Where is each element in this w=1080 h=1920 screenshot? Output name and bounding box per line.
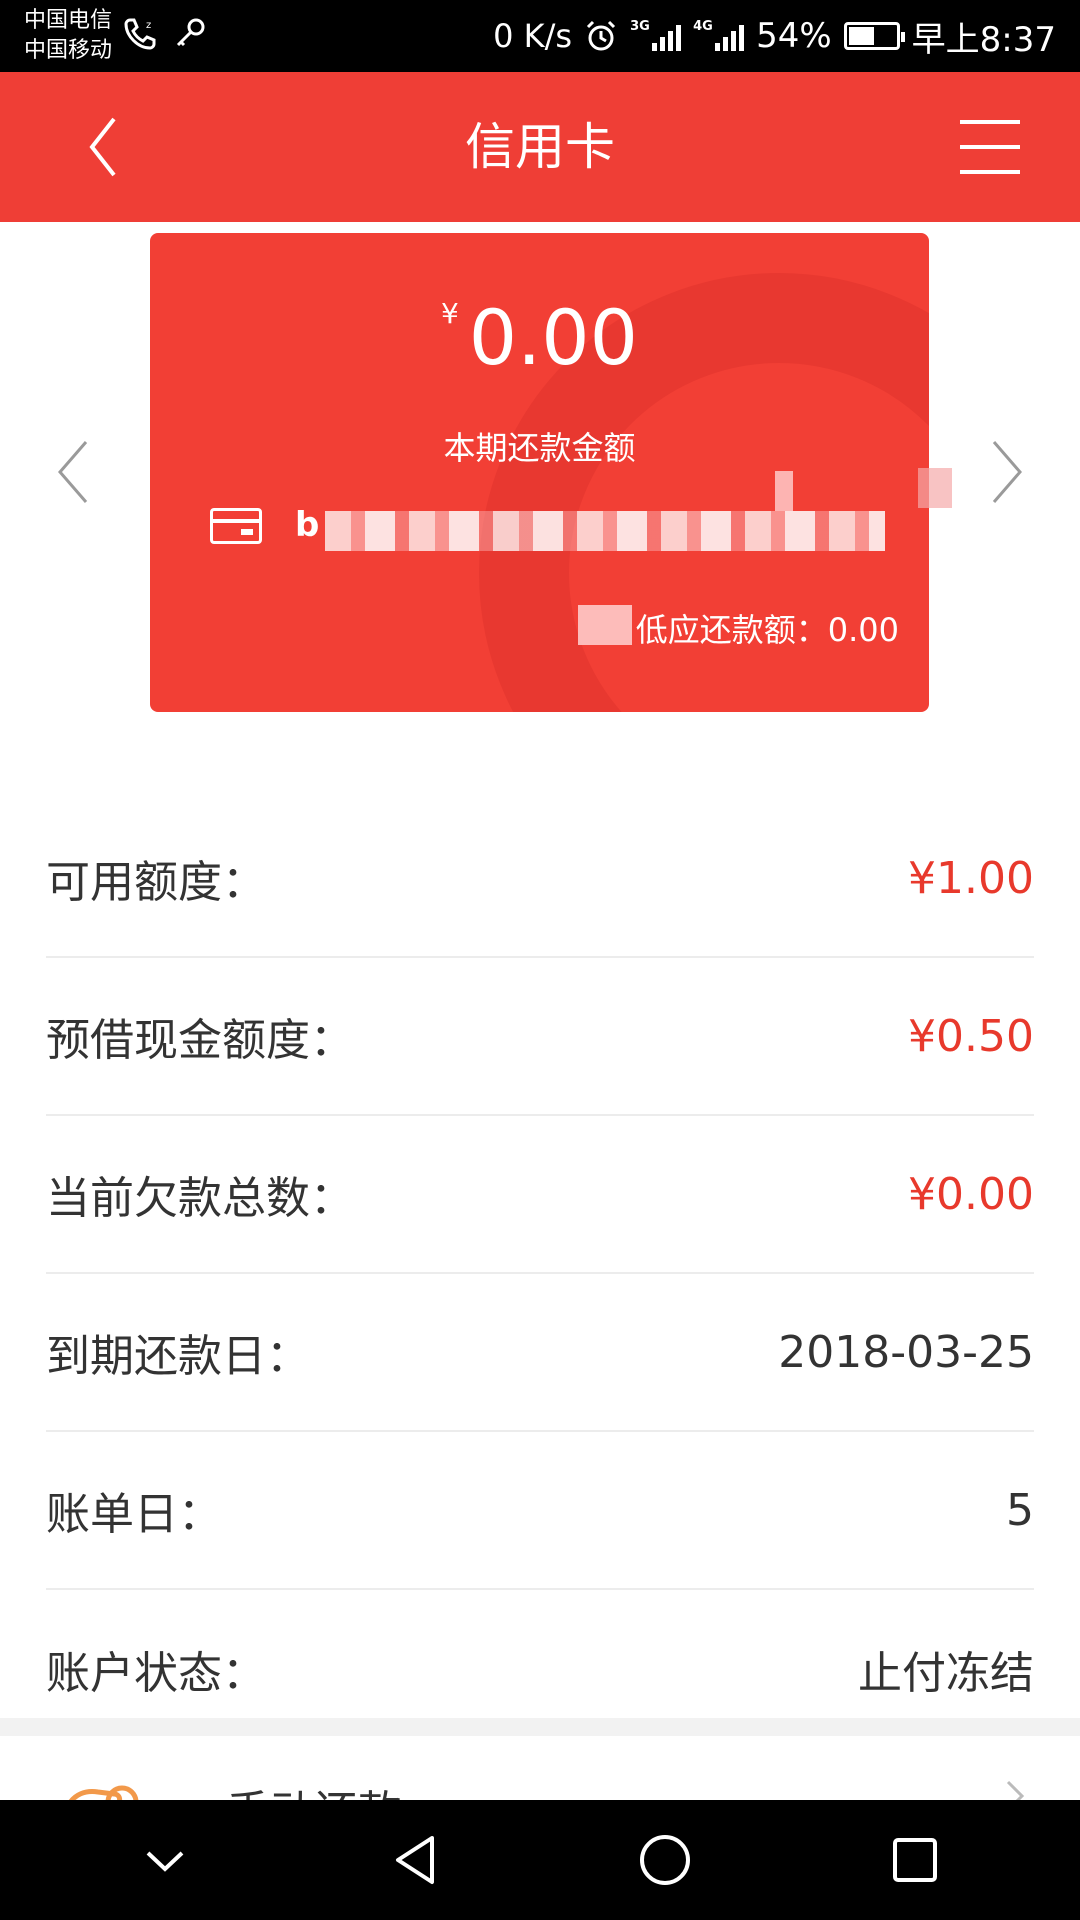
carrier-1: 中国电信: [24, 8, 113, 33]
credit-card-icon: [210, 508, 262, 544]
repay-hand-icon: [68, 1785, 139, 1800]
detail-label: 预借现金额度：: [46, 1015, 354, 1066]
chevron-down-icon: [146, 1851, 184, 1872]
detail-label: 可用额度：: [46, 857, 266, 908]
min-payment-row: 低应还款额：0.00: [636, 605, 899, 651]
status-icons-right: 0 K/s 3G 4G 54% 早上8:37: [493, 0, 1056, 72]
detail-value: 2018-03-25: [778, 1326, 1034, 1378]
triangle-back-icon: [396, 1836, 434, 1884]
signal-4g-icon: 4G: [693, 19, 745, 51]
status-icons-left: z: [122, 16, 208, 52]
circle-home-icon: [640, 1835, 690, 1885]
manual-repay-label: 手动还款: [226, 1776, 402, 1800]
svg-text:z: z: [146, 20, 151, 31]
nav-recents-button[interactable]: [875, 1820, 955, 1900]
signal-3g-icon: 3G: [630, 19, 682, 51]
card-number: b: [295, 505, 321, 545]
app-header: 信用卡: [0, 72, 1080, 222]
detail-value: 止付冻结: [858, 1648, 1034, 1699]
detail-label: 当前欠款总数：: [46, 1173, 354, 1224]
detail-row-available-credit: 可用额度： ¥1.00: [46, 800, 1034, 958]
manual-repay-row[interactable]: 手动还款: [0, 1736, 1080, 1800]
alarm-icon: [587, 20, 616, 51]
nav-back-button[interactable]: [375, 1820, 455, 1900]
section-divider: [0, 1718, 1080, 1736]
card-number-mask: [325, 511, 885, 551]
detail-value: ¥0.00: [908, 1168, 1034, 1220]
system-nav-bar: [0, 1800, 1080, 1920]
nav-collapse-button[interactable]: [125, 1820, 205, 1900]
account-details-list: 可用额度： ¥1.00 预借现金额度： ¥0.50 当前欠款总数： ¥0.00 …: [46, 800, 1034, 1748]
min-payment-mask: [578, 605, 632, 645]
menu-icon[interactable]: [960, 120, 1020, 174]
detail-row-cash-advance-limit: 预借现金额度： ¥0.50: [46, 958, 1034, 1116]
card-edge-mask: [918, 468, 952, 508]
wifi-calling-icon: z: [124, 18, 156, 50]
detail-label: 账户状态：: [46, 1648, 266, 1699]
payment-amount-label: 本期还款金额: [443, 429, 636, 467]
key-icon: [176, 18, 205, 47]
detail-row-current-balance: 当前欠款总数： ¥0.00: [46, 1116, 1034, 1274]
square-recents-icon: [893, 1838, 937, 1882]
currency-symbol: ¥: [440, 297, 459, 330]
carrier-2: 中国移动: [24, 38, 113, 63]
clock: 早上8:37: [911, 19, 1056, 60]
min-payment-value: 0.00: [827, 611, 899, 649]
carousel-next-arrow-icon[interactable]: [980, 432, 1030, 512]
page-title: 信用卡: [465, 118, 615, 176]
detail-value: ¥1.00: [908, 852, 1034, 904]
credit-card-summary[interactable]: ¥0.00 本期还款金额 b 低应还款额：0.00: [150, 233, 929, 712]
nav-home-button[interactable]: [625, 1820, 705, 1900]
payment-amount: 0.00: [468, 293, 639, 382]
chevron-right-icon: [1006, 1780, 1025, 1800]
min-payment-label: 低应还款额：: [635, 611, 828, 649]
network-type-2: 4G: [693, 19, 713, 34]
detail-label: 账单日：: [46, 1489, 222, 1540]
detail-label: 到期还款日：: [46, 1331, 310, 1382]
status-bar: 中国电信 中国移动 z 0 K/s 3G 4G 54% 早上8:37: [0, 0, 1080, 72]
battery-icon: [843, 22, 905, 50]
detail-row-statement-day: 账单日： 5: [46, 1432, 1034, 1590]
carrier-labels: 中国电信 中国移动: [24, 6, 112, 66]
detail-value: ¥0.50: [908, 1010, 1034, 1062]
payment-amount-row: ¥0.00: [150, 293, 929, 383]
detail-row-due-date: 到期还款日： 2018-03-25: [46, 1274, 1034, 1432]
card-number-mask-dot: [775, 471, 793, 511]
network-speed: 0 K/s: [493, 17, 573, 55]
battery-percent: 54%: [756, 16, 832, 56]
detail-value: 5: [1006, 1484, 1034, 1536]
network-type-1: 3G: [630, 19, 650, 34]
carousel-prev-arrow-icon[interactable]: [50, 432, 100, 512]
